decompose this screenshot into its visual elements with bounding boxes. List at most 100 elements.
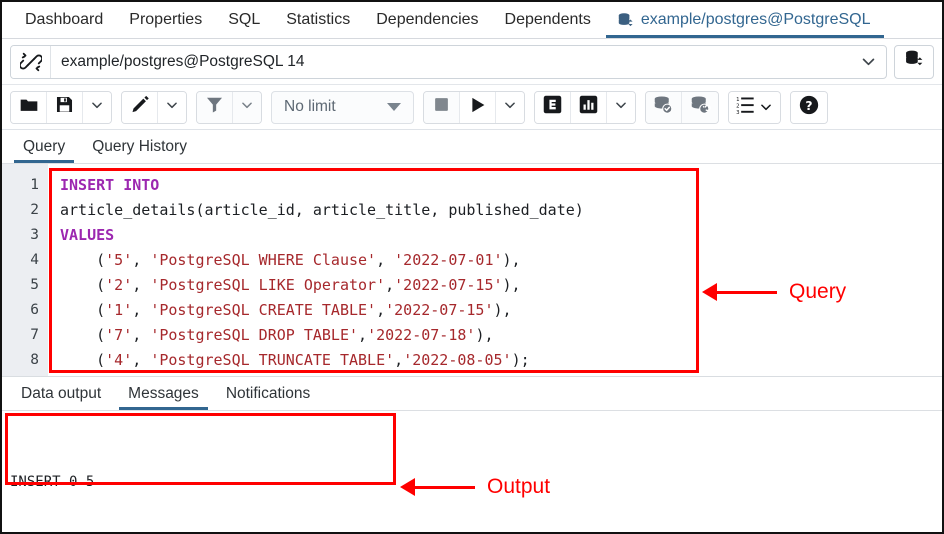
code-token: article_details(article_id, article_titl… [60, 201, 584, 219]
tab-query-history-label: Query History [92, 138, 187, 155]
file-group [10, 90, 112, 124]
sql-editor[interactable]: 1 2 3 4 5 6 7 8 INSERT INTO article_details(arti… [2, 164, 942, 377]
code-token: '2022-08-05' [403, 351, 512, 369]
query-toolbar: No limit 1 2 3 ? [2, 85, 942, 130]
database-connect-button[interactable] [894, 44, 934, 79]
pencil-icon [130, 95, 150, 120]
code-token: , [132, 351, 151, 369]
code-token: ); [511, 351, 530, 369]
chevron-down-icon[interactable] [850, 46, 886, 78]
tab-messages[interactable]: Messages [119, 385, 208, 410]
code-token: ( [60, 301, 106, 319]
code-token: '2' [105, 276, 133, 294]
explain-button[interactable] [535, 91, 571, 123]
code-line: VALUES [60, 223, 942, 248]
code-token: , [376, 251, 395, 269]
line-number: 6 [30, 302, 39, 318]
open-file-button[interactable] [11, 91, 47, 123]
question-circle-icon: ? [798, 94, 820, 121]
tab-notifications-label: Notifications [225, 385, 311, 402]
tab-statistics[interactable]: Statistics [273, 2, 363, 38]
code-line: ('2', 'PostgreSQL LIKE Operator','2022-0… [60, 273, 942, 298]
filter-options-button[interactable] [233, 91, 261, 123]
object-tab-bar: Dashboard Properties SQL Statistics Depe… [2, 2, 942, 39]
tab-query-tool-connection[interactable]: example/postgres@PostgreSQL [604, 2, 884, 38]
explain-analyze-button[interactable] [571, 91, 607, 123]
chevron-down-icon [614, 98, 628, 117]
connection-value: example/postgres@PostgreSQL 14 [61, 52, 305, 70]
tab-properties[interactable]: Properties [116, 2, 215, 38]
stop-button[interactable] [424, 91, 460, 123]
transaction-group [645, 90, 719, 124]
code-token: , [132, 301, 151, 319]
connection-link-icon [11, 45, 51, 78]
chevron-down-icon [240, 98, 254, 117]
tab-dependents[interactable]: Dependents [492, 2, 604, 38]
code-token: 'PostgreSQL TRUNCATE TABLE' [150, 351, 395, 369]
filter-button[interactable] [197, 91, 233, 123]
macros-button[interactable]: 1 2 3 [729, 91, 780, 123]
tab-query[interactable]: Query [14, 138, 75, 163]
explain-options-button[interactable] [607, 91, 635, 123]
tab-dependents-label: Dependents [504, 11, 591, 28]
tab-sql[interactable]: SQL [215, 2, 273, 38]
code-token: ), [493, 301, 512, 319]
svg-text:2: 2 [736, 103, 739, 109]
code-token: , [385, 276, 395, 294]
rollback-button[interactable] [682, 91, 718, 123]
code-line: ('7', 'PostgreSQL DROP TABLE','2022-07-1… [60, 323, 942, 348]
explain-chart-icon [578, 94, 599, 120]
execute-button[interactable] [460, 91, 496, 123]
database-undo-icon [690, 94, 711, 120]
tab-dependencies-label: Dependencies [376, 11, 479, 28]
code-token: '2022-07-15' [394, 276, 503, 294]
execute-options-button[interactable] [496, 91, 524, 123]
tab-data-output[interactable]: Data output [12, 385, 110, 410]
svg-text:1: 1 [736, 96, 739, 102]
tab-query-tool-connection-label: example/postgres@PostgreSQL [640, 11, 871, 28]
code-line: ('1', 'PostgreSQL CREATE TABLE','2022-07… [60, 298, 942, 323]
output-tab-bar: Data output Messages Notifications [2, 377, 942, 411]
line-number: 5 [30, 277, 39, 293]
tab-query-history[interactable]: Query History [83, 138, 196, 163]
tab-sql-label: SQL [228, 11, 261, 28]
code-token: , [376, 301, 386, 319]
explain-group [534, 90, 636, 124]
save-options-button[interactable] [83, 91, 111, 123]
help-group: ? [790, 90, 828, 124]
line-number: 7 [30, 327, 39, 343]
tab-dependencies[interactable]: Dependencies [363, 2, 491, 38]
sql-code-area[interactable]: INSERT INTO article_details(article_id, a… [48, 164, 942, 376]
code-token: , [132, 276, 151, 294]
tab-properties-label: Properties [129, 11, 203, 28]
code-line: ('5', 'PostgreSQL WHERE Clause', '2022-0… [60, 248, 942, 273]
code-token: , [358, 326, 368, 344]
code-line: article_details(article_id, article_titl… [60, 198, 942, 223]
tab-dashboard[interactable]: Dashboard [12, 2, 116, 38]
stop-square-icon [433, 96, 450, 118]
code-token: , [132, 326, 151, 344]
chevron-down-icon [759, 100, 773, 114]
funnel-icon [205, 95, 224, 119]
connection-selector[interactable]: example/postgres@PostgreSQL 14 [10, 44, 887, 79]
numbered-list-icon: 1 2 3 [736, 95, 758, 120]
help-button[interactable]: ? [791, 91, 827, 123]
code-token: ), [475, 326, 494, 344]
messages-pane: INSERT 0 5 Query returned successfully i… [2, 411, 942, 503]
tab-notifications[interactable]: Notifications [217, 385, 319, 410]
play-triangle-icon [469, 96, 487, 119]
save-file-button[interactable] [47, 91, 83, 123]
line-number-gutter: 1 2 3 4 5 6 7 8 [2, 164, 48, 376]
edit-button[interactable] [122, 91, 158, 123]
code-token: , [132, 251, 151, 269]
code-token: VALUES [60, 226, 115, 244]
edit-options-button[interactable] [158, 91, 186, 123]
row-limit-select[interactable]: No limit [271, 90, 414, 124]
line-number: 4 [30, 252, 39, 268]
code-token: '2022-07-01' [394, 251, 503, 269]
code-token: ( [60, 276, 106, 294]
commit-button[interactable] [646, 91, 682, 123]
connection-bar: example/postgres@PostgreSQL 14 [2, 39, 942, 85]
save-floppy-icon [55, 95, 74, 119]
line-number: 8 [30, 352, 39, 368]
